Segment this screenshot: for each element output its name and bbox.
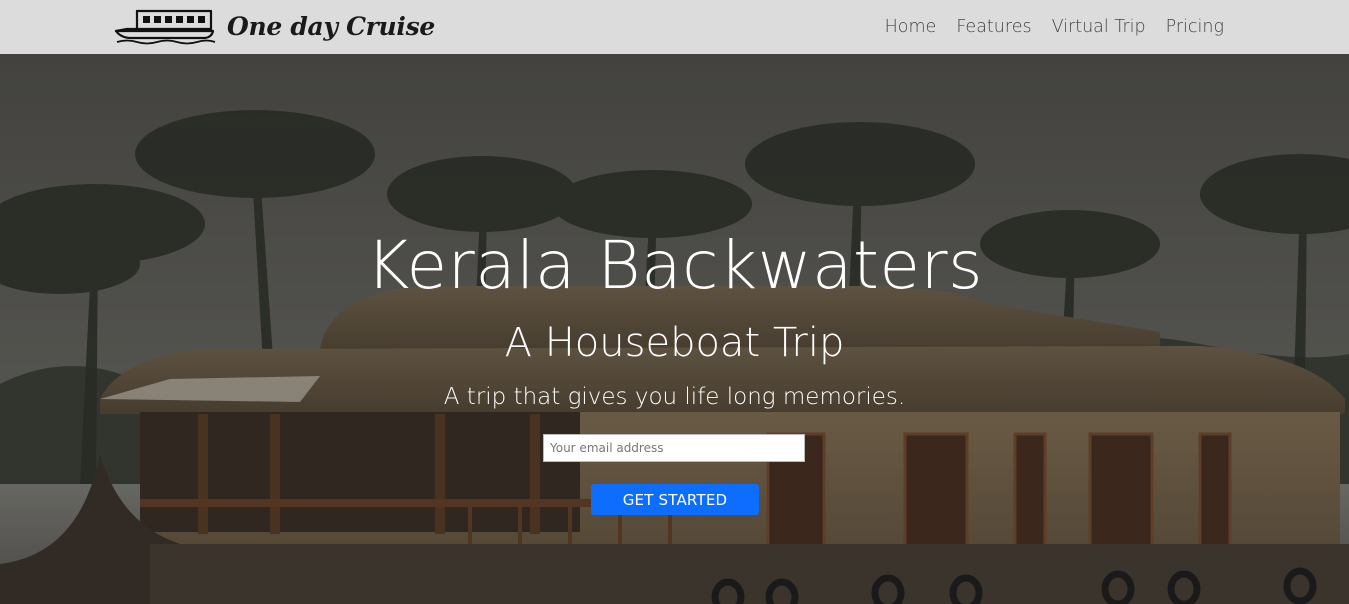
get-started-button[interactable]: GET STARTED bbox=[591, 484, 759, 515]
email-input[interactable] bbox=[543, 434, 805, 462]
landing-page: One day Cruise Home Features Virtual Tri… bbox=[0, 0, 1349, 604]
hero-tagline: A trip that gives you life long memories… bbox=[443, 384, 906, 410]
navbar: One day Cruise Home Features Virtual Tri… bbox=[0, 0, 1349, 54]
hero-section: Kerala Backwaters A Houseboat Trip A tri… bbox=[0, 54, 1349, 604]
brand-name: One day Cruise bbox=[227, 11, 435, 41]
nav-link-pricing[interactable]: Pricing bbox=[1166, 17, 1224, 37]
hero-content: Kerala Backwaters A Houseboat Trip A tri… bbox=[0, 54, 1349, 604]
nav-link-virtual-trip[interactable]: Virtual Trip bbox=[1052, 17, 1146, 37]
nav-link-home[interactable]: Home bbox=[885, 17, 937, 37]
hero-title: Kerala Backwaters bbox=[365, 227, 984, 304]
hero-subtitle: A Houseboat Trip bbox=[504, 320, 845, 366]
brand-logo[interactable]: One day Cruise bbox=[113, 4, 435, 48]
nav-link-features[interactable]: Features bbox=[956, 17, 1031, 37]
main-nav: Home Features Virtual Trip Pricing bbox=[885, 0, 1224, 54]
houseboat-icon bbox=[114, 9, 216, 45]
